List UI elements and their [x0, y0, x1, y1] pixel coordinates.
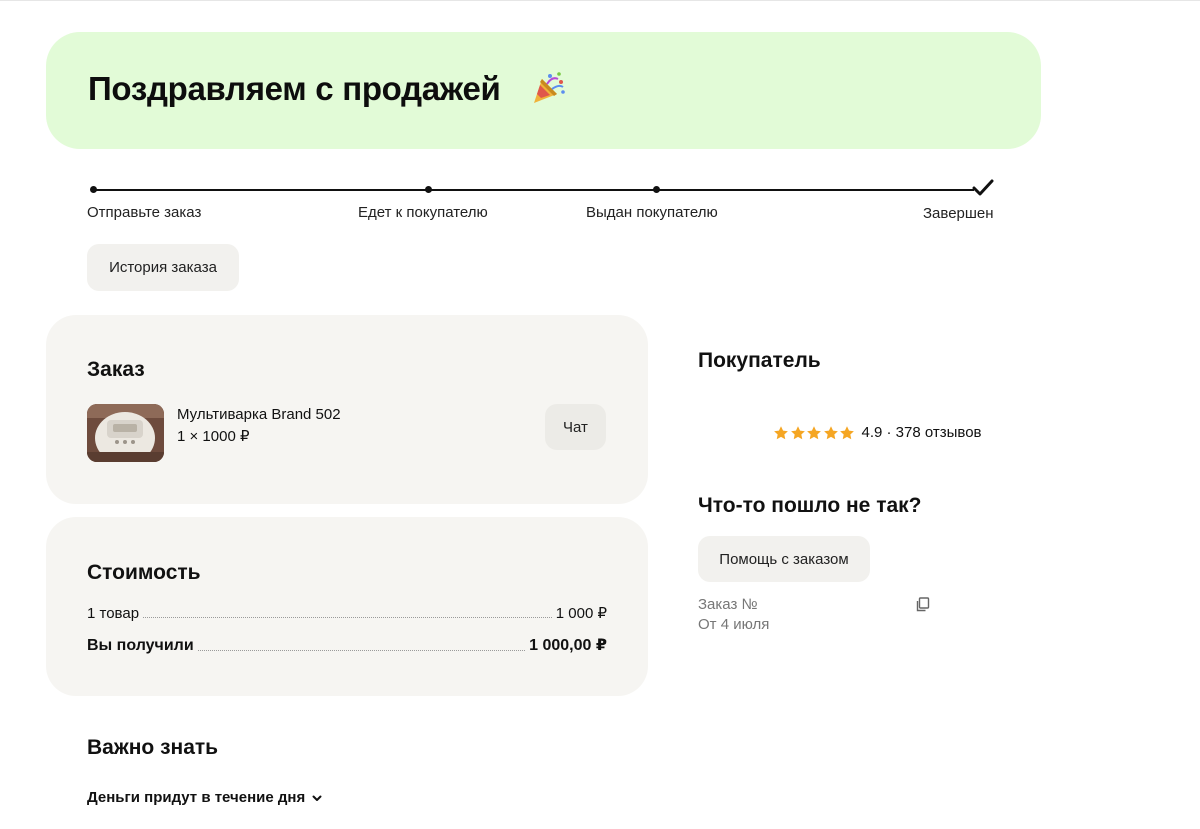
cost-title: Стоимость	[87, 561, 201, 584]
cost-row-received: Вы получили 1 000,00 ₽	[87, 635, 607, 655]
order-history-button[interactable]: История заказа	[87, 244, 239, 291]
star-icon	[807, 425, 821, 439]
step-dot	[425, 186, 432, 193]
cost-row-value: 1 000,00 ₽	[529, 637, 607, 654]
checkmark-icon	[972, 179, 994, 196]
success-banner: Поздравляем с продажей	[46, 32, 1041, 149]
order-title: Заказ	[87, 358, 145, 381]
chevron-down-icon	[312, 795, 322, 801]
cost-card: Стоимость 1 товар 1 000 ₽ Вы получили 1 …	[46, 517, 648, 696]
important-title: Важно знать	[87, 736, 219, 759]
buyer-rating[interactable]: 4.9 · 378 отзывов	[773, 424, 982, 441]
progress-line	[428, 189, 656, 191]
chat-button[interactable]: Чат	[545, 404, 606, 450]
step-label-completed: Завершен	[923, 205, 994, 222]
step-dot	[653, 186, 660, 193]
star-icon	[823, 425, 838, 439]
top-divider	[0, 0, 1200, 1]
step-label-delivered: Выдан покупателю	[586, 204, 718, 221]
party-popper-icon	[534, 72, 565, 103]
product-quantity-price: 1 × 1000 ₽	[177, 428, 250, 445]
step-label-shipping: Едет к покупателю	[358, 204, 488, 221]
buyer-title: Покупатель	[698, 349, 821, 372]
star-icon	[790, 425, 805, 439]
cost-row-value: 1 000 ₽	[555, 605, 607, 622]
progress-line	[656, 189, 974, 191]
step-dot	[90, 186, 97, 193]
problem-title: Что-то пошло не так?	[698, 494, 922, 517]
cost-row-label: 1 товар	[87, 605, 140, 622]
step-label-send: Отправьте заказ	[87, 204, 202, 221]
cost-row-label: Вы получили	[87, 637, 194, 654]
star-icon	[774, 425, 788, 439]
money-arrival-toggle[interactable]: Деньги придут в течение дня	[87, 789, 323, 806]
banner-title: Поздравляем с продажей	[88, 70, 501, 107]
product-name[interactable]: Мультиварка Brand 502	[177, 406, 341, 423]
order-card: Заказ Мультиварка Brand 502 1 × 1000 ₽ Ч…	[46, 315, 648, 504]
money-arrival-text: Деньги придут в течение дня	[87, 789, 306, 806]
dotted-leader	[197, 650, 526, 651]
dotted-leader	[143, 617, 552, 618]
cost-row-items: 1 товар 1 000 ₽	[87, 604, 607, 622]
copy-icon[interactable]	[915, 597, 930, 612]
product-image[interactable]	[87, 404, 164, 462]
progress-line	[94, 189, 428, 191]
rating-text: 4.9 · 378 отзывов	[861, 424, 982, 441]
rating-stars	[773, 425, 856, 441]
star-icon	[840, 425, 854, 439]
order-date: От 4 июля	[698, 616, 770, 633]
order-number-label: Заказ №	[698, 596, 758, 613]
order-help-button[interactable]: Помощь с заказом	[698, 536, 870, 582]
